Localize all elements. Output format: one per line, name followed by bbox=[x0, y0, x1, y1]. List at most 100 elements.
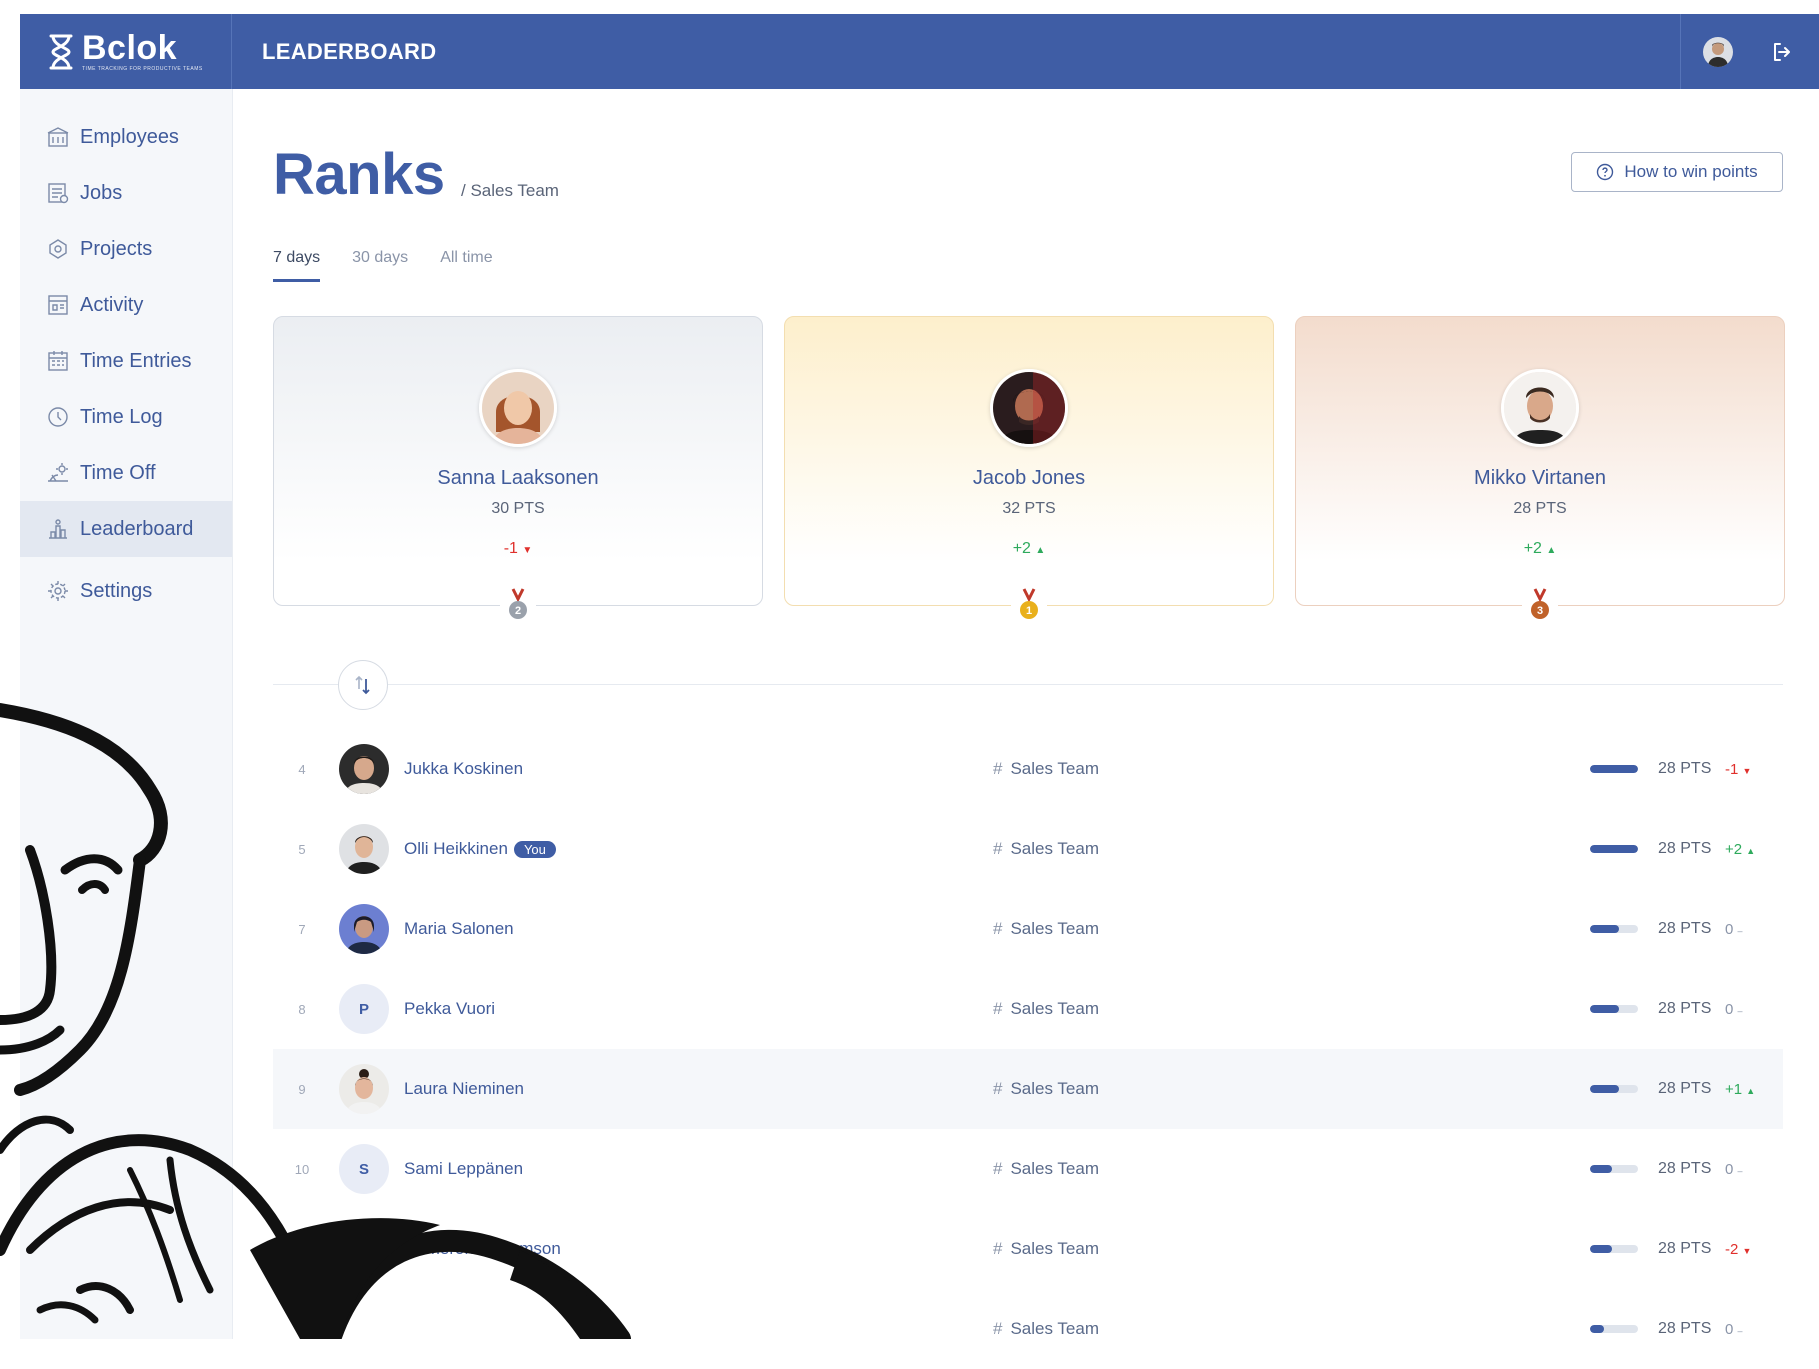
table-row[interactable]: # Sales Team 28 PTS 0 – bbox=[273, 1289, 1783, 1369]
sidebar-item-label: Time Entries bbox=[80, 349, 192, 372]
medal-place: 2 bbox=[515, 605, 521, 617]
hash-icon: # bbox=[993, 1319, 1003, 1338]
table-row[interactable]: 5 Olli Heikkinen You # Sales Team 28 PTS … bbox=[273, 809, 1783, 889]
hash-icon: # bbox=[993, 1239, 1003, 1258]
you-badge: You bbox=[513, 840, 556, 858]
progress-bar bbox=[1590, 1325, 1638, 1333]
sidebar-item-settings[interactable]: Settings bbox=[20, 563, 232, 619]
rank-number: 5 bbox=[298, 841, 306, 857]
divider bbox=[273, 684, 1783, 685]
sidebar-item-time-entries[interactable]: Time Entries bbox=[20, 333, 232, 389]
sidebar-item-time-off[interactable]: Time Off bbox=[20, 445, 232, 501]
progress-bar bbox=[1590, 1085, 1638, 1093]
hash-icon: # bbox=[993, 839, 1003, 858]
podium-change: +2 ▲ bbox=[1012, 540, 1046, 557]
rank-change: -2 ▼ bbox=[1725, 1240, 1752, 1258]
points: 28 PTS bbox=[1658, 1080, 1712, 1097]
sidebar-item-employees[interactable]: Employees bbox=[20, 109, 232, 165]
table-row[interactable]: 4 Jukka Koskinen # Sales Team 28 PTS -1 ▼ bbox=[273, 729, 1783, 809]
tab-30-days[interactable]: 30 days bbox=[352, 249, 408, 282]
points: 28 PTS bbox=[1658, 1240, 1712, 1257]
podium-card-first[interactable]: Jacob Jones 32 PTS +2 ▲ 1 bbox=[784, 316, 1274, 627]
sidebar-item-label: Time Off bbox=[80, 461, 156, 484]
period-tabs: 7 days 30 days All time bbox=[273, 249, 493, 282]
dash-icon: – bbox=[1737, 1325, 1743, 1336]
podium-change: -1 ▼ bbox=[503, 540, 533, 557]
sidebar-item-label: Settings bbox=[80, 579, 153, 602]
dash-icon: – bbox=[1737, 1165, 1743, 1176]
logout-button[interactable] bbox=[1767, 37, 1797, 67]
dash-icon: – bbox=[1737, 1005, 1743, 1016]
bronze-medal-icon: 3 bbox=[1522, 587, 1558, 627]
avatar bbox=[1501, 369, 1579, 447]
sidebar-item-activity[interactable]: Activity bbox=[20, 277, 232, 333]
team-label: # Sales Team bbox=[993, 1239, 1099, 1258]
table-row[interactable]: 8 P Pekka Vuori # Sales Team 28 PTS 0 – bbox=[273, 969, 1783, 1049]
podium-card-third[interactable]: Mikko Virtanen 28 PTS +2 ▲ 3 bbox=[1295, 316, 1785, 627]
sidebar-item-projects[interactable]: Projects bbox=[20, 221, 232, 277]
avatar-initial: P bbox=[339, 984, 389, 1034]
team-label: # Sales Team bbox=[993, 839, 1099, 858]
table-row[interactable]: Cameron Williamson # Sales Team 28 PTS -2… bbox=[273, 1209, 1783, 1289]
brand-logo[interactable]: Bclok TIME TRACKING FOR PRODUCTIVE TEAMS bbox=[20, 14, 232, 89]
sidebar-item-time-log[interactable]: Time Log bbox=[20, 389, 232, 445]
rank-change: 0 – bbox=[1725, 920, 1743, 938]
team-label: # Sales Team bbox=[993, 1319, 1099, 1338]
rank-number: 10 bbox=[294, 1161, 310, 1177]
rank-change: 0 – bbox=[1725, 1320, 1743, 1338]
progress-fill bbox=[1590, 1005, 1619, 1013]
podium-points: 32 PTS bbox=[1002, 500, 1056, 517]
logout-icon bbox=[1774, 42, 1790, 61]
time-entries-icon bbox=[48, 351, 68, 371]
hash-icon: # bbox=[993, 1079, 1003, 1098]
podium-name: Mikko Virtanen bbox=[1474, 467, 1606, 489]
sidebar-item-label: Leaderboard bbox=[80, 517, 194, 540]
tab-7-days[interactable]: 7 days bbox=[273, 249, 321, 282]
user-avatar[interactable] bbox=[1703, 36, 1733, 67]
progress-fill bbox=[1590, 925, 1619, 933]
employee-name: Sami Leppänen bbox=[404, 1159, 524, 1178]
rank-change: +2 ▲ bbox=[1725, 840, 1756, 858]
page-title: Ranks bbox=[273, 142, 445, 207]
avatar bbox=[339, 824, 389, 874]
avatar bbox=[339, 1304, 389, 1354]
table-row[interactable]: 7 Maria Salonen # Sales Team 28 PTS 0 – bbox=[273, 889, 1783, 969]
caret-up-icon: ▲ bbox=[1746, 1085, 1756, 1096]
hash-icon: # bbox=[993, 1159, 1003, 1178]
points: 28 PTS bbox=[1658, 920, 1712, 937]
progress-fill bbox=[1590, 1165, 1612, 1173]
sidebar-item-label: Employees bbox=[80, 125, 179, 148]
sidebar-item-jobs[interactable]: Jobs bbox=[20, 165, 232, 221]
how-button-label: How to win points bbox=[1624, 162, 1758, 181]
progress-fill bbox=[1590, 765, 1638, 773]
avatar bbox=[339, 1064, 389, 1114]
sidebar-item-leaderboard[interactable]: Leaderboard bbox=[20, 501, 232, 557]
podium-card-second[interactable]: Sanna Laaksonen 30 PTS -1 ▼ 2 bbox=[273, 316, 763, 627]
podium-name: Sanna Laaksonen bbox=[437, 467, 599, 489]
top-bar: Bclok TIME TRACKING FOR PRODUCTIVE TEAMS… bbox=[20, 14, 1819, 89]
silver-medal-icon: 2 bbox=[500, 587, 536, 627]
podium-name: Jacob Jones bbox=[972, 467, 1086, 489]
avatar-initial: S bbox=[339, 1144, 389, 1194]
table-row[interactable]: 9 Laura Nieminen # Sales Team 28 PTS +1 ▲ bbox=[273, 1049, 1783, 1129]
caret-down-icon: ▼ bbox=[1742, 1245, 1752, 1256]
caret-down-icon: ▼ bbox=[1742, 765, 1752, 776]
tab-all-time[interactable]: All time bbox=[440, 249, 492, 282]
team-label: # Sales Team bbox=[993, 759, 1099, 778]
leaderboard-icon bbox=[49, 519, 67, 539]
progress-bar bbox=[1590, 1005, 1638, 1013]
team-label: # Sales Team bbox=[993, 919, 1099, 938]
main-content: Ranks / Sales Team How to win points 7 d… bbox=[233, 89, 1819, 1339]
activity-icon bbox=[48, 295, 68, 315]
beach-icon bbox=[48, 463, 68, 482]
sort-button[interactable] bbox=[338, 660, 388, 710]
rank-change: +1 ▲ bbox=[1725, 1080, 1756, 1098]
employee-name: Maria Salonen bbox=[404, 919, 514, 938]
podium-change: +2 ▲ bbox=[1523, 540, 1557, 557]
table-row[interactable]: 10 S Sami Leppänen # Sales Team 28 PTS 0 … bbox=[273, 1129, 1783, 1209]
progress-bar bbox=[1590, 1245, 1638, 1253]
employee-name: Pekka Vuori bbox=[404, 999, 496, 1018]
how-to-win-points-button[interactable]: How to win points bbox=[1571, 152, 1783, 192]
caret-up-icon: ▲ bbox=[1546, 545, 1557, 556]
rank-number: 4 bbox=[298, 761, 306, 777]
